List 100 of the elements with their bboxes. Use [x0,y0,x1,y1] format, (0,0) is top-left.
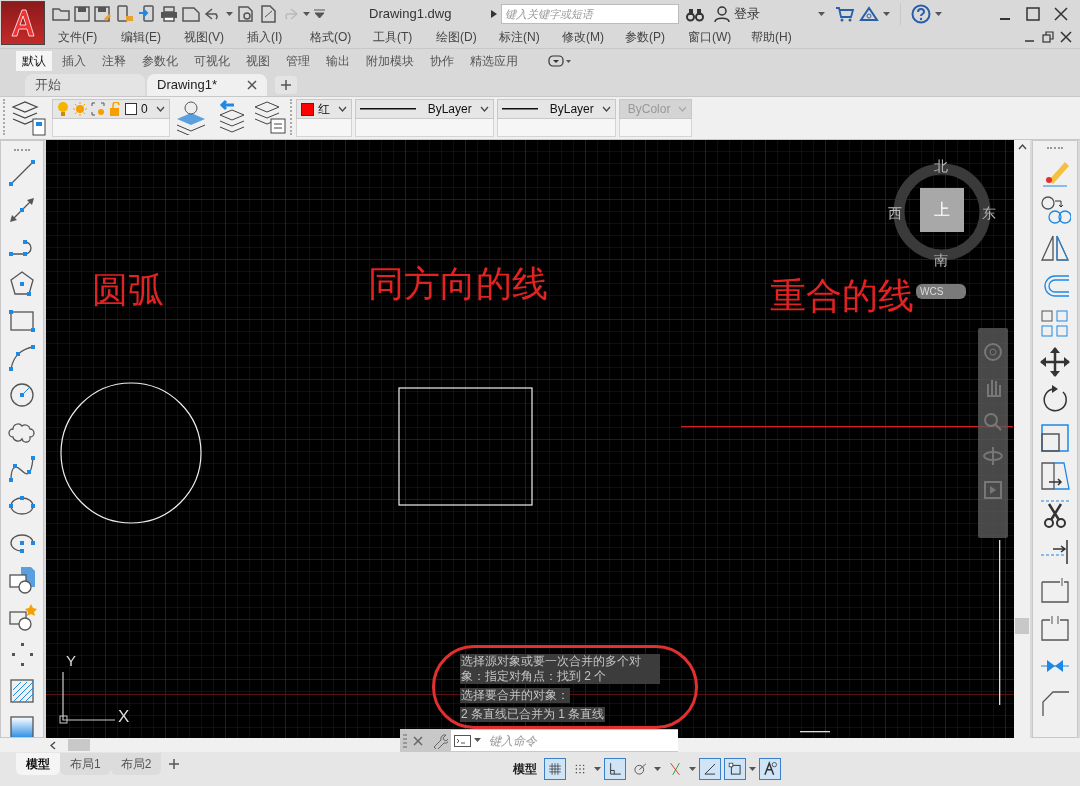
scroll-up-button[interactable] [1017,144,1027,150]
print-icon[interactable] [160,6,178,22]
hatch-icon[interactable] [7,676,37,706]
save-icon[interactable] [74,6,90,22]
ribbon-tab[interactable]: 附加模块 [360,50,420,71]
color-swatch-icon[interactable] [300,102,314,116]
linetype-dropdown[interactable]: ByLayer [354,99,494,119]
publish-page-icon[interactable] [259,5,277,23]
caret-icon[interactable] [303,11,310,17]
plus-icon[interactable] [169,759,180,769]
circles-copy-icon[interactable] [1039,194,1071,226]
caret-icon[interactable] [883,11,890,17]
ribbon-tab[interactable]: 协作 [424,50,460,71]
search-field[interactable]: 键入关键字或短语 [501,4,679,24]
new-tab-button[interactable] [275,76,297,94]
menu-item[interactable]: 编辑(E) [121,28,184,46]
scroll-left-button[interactable] [50,740,56,750]
layer-dropdown[interactable]: 0 [52,99,170,119]
command-field[interactable]: 键入命令 [451,730,678,751]
chevron-down-icon[interactable] [479,106,489,112]
chevron-down-icon[interactable] [155,106,165,112]
menu-item[interactable]: 修改(M) [562,28,625,46]
ribbon-tab[interactable]: 参数化 [136,50,184,71]
close-icon[interactable] [247,80,257,90]
scrollbar-thumb[interactable] [68,739,90,751]
close-icon[interactable] [1060,31,1072,43]
model-space-toggle[interactable]: 模型 [513,760,538,778]
circle-icon[interactable] [7,380,37,410]
save-as-icon[interactable] [94,6,112,22]
phone-folder-icon[interactable] [116,5,134,23]
ribbon-tab[interactable]: 注释 [96,50,132,71]
caret-icon[interactable] [935,11,942,17]
stretch-icon[interactable] [1039,460,1071,492]
ribbon-tab[interactable]: 插入 [56,50,92,71]
ortho-toggle[interactable] [604,758,627,780]
lineweight-dropdown[interactable]: ByLayer [496,99,616,119]
spline-icon[interactable] [7,454,37,484]
menu-item[interactable]: 标注(N) [499,28,562,46]
tracking-toggle[interactable] [699,758,722,780]
menu-item[interactable]: 文件(F) [58,28,121,46]
caret-icon[interactable] [594,766,602,772]
swatch-icon[interactable] [125,103,137,115]
close-icon[interactable] [1054,7,1068,21]
move-arrows-icon[interactable] [1039,346,1071,378]
menu-item[interactable]: 视图(V) [184,28,247,46]
maximize-icon[interactable] [1026,7,1040,21]
user-icon[interactable] [714,6,730,22]
caret-icon[interactable] [749,766,757,772]
wrench-icon[interactable] [432,732,448,749]
menu-item[interactable]: 格式(O) [310,28,373,46]
command-prompt-icon[interactable] [454,734,472,747]
osnap-toggle[interactable] [724,758,747,780]
menu-item[interactable]: 工具(T) [373,28,436,46]
double-arrow-icon[interactable] [7,195,37,225]
file-tab[interactable]: 开始 [25,74,145,96]
phone-upload-icon[interactable] [138,5,156,23]
caret-right-icon[interactable] [491,10,497,18]
menu-item[interactable]: 窗口(W) [688,28,751,46]
layer-manager-icon[interactable] [9,99,49,137]
layout-tab[interactable]: 模型 [16,753,60,775]
help-icon[interactable] [911,4,931,24]
ribbon-tab[interactable]: 视图 [240,50,276,71]
chevron-down-icon[interactable] [601,106,611,112]
ribbon-tab[interactable]: 默认 [16,50,52,71]
ribbon-tab[interactable]: 可视化 [188,50,236,71]
dropdown-icon[interactable] [314,9,325,19]
ribbon-tab[interactable]: 精选应用 [464,50,524,71]
magnifier-page-icon[interactable] [237,5,255,23]
annotation-toggle[interactable] [759,758,782,780]
menu-item[interactable]: 绘图(D) [436,28,499,46]
scale-squares-icon[interactable] [1039,422,1071,454]
line-icon[interactable] [7,158,37,188]
restore-icon[interactable] [1042,31,1054,43]
scrollbar-thumb[interactable] [1015,618,1029,634]
grip-icon[interactable] [403,732,407,749]
caret-icon[interactable] [818,11,825,17]
caret-icon[interactable] [654,766,662,772]
block-insert-icon[interactable] [7,565,37,595]
block-create-icon[interactable] [7,602,37,632]
caret-icon[interactable] [689,766,697,772]
chevron-down-icon[interactable] [337,106,347,112]
color-dropdown[interactable]: 红 [295,99,352,119]
ribbon-tab[interactable]: 管理 [280,50,316,71]
pentagon-icon[interactable] [7,269,37,299]
grid-toggle[interactable] [544,758,567,780]
scissors-icon[interactable] [1039,498,1071,530]
binoculars-icon[interactable] [686,6,704,22]
page-icon[interactable] [182,6,200,22]
folder-icon[interactable] [52,6,70,22]
menu-item[interactable]: 帮助(H) [751,28,814,46]
panel-dropdown-icon[interactable] [548,54,572,67]
menu-item[interactable]: 插入(I) [247,28,310,46]
layout-tab[interactable]: 布局2 [110,753,162,775]
login-link[interactable]: 登录 [734,4,814,24]
caret-icon[interactable] [226,11,233,17]
ribbon-tab[interactable]: 输出 [320,50,356,71]
menu-item[interactable]: 参数(P) [625,28,688,46]
cart-icon[interactable] [835,6,855,22]
arc-icon[interactable] [7,343,37,373]
plus-icon[interactable] [281,80,291,90]
